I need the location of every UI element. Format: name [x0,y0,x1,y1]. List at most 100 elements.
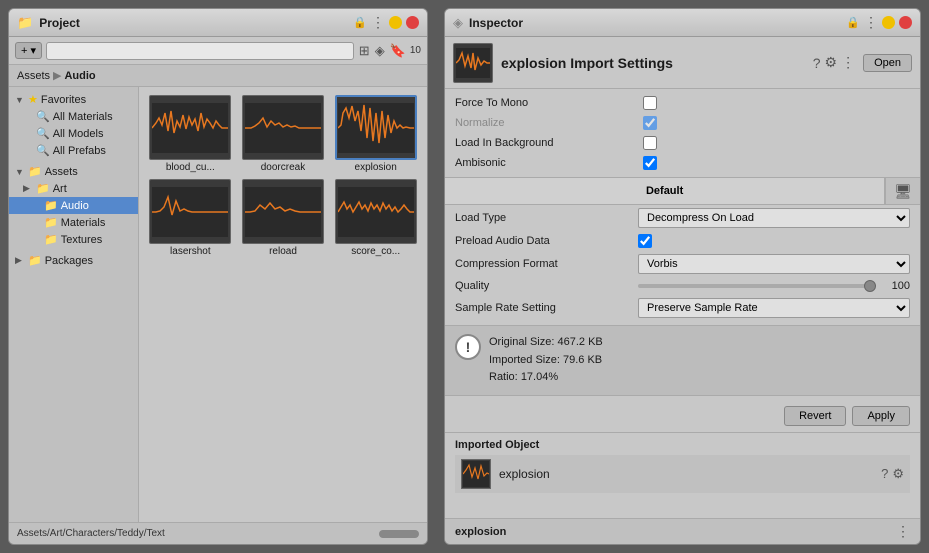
tab-monitor[interactable]: 🖥 [885,178,920,204]
folder-icon: 📁 [44,216,58,229]
file-item-score[interactable]: score_co... [332,179,419,257]
close-button[interactable] [406,16,419,29]
open-button[interactable]: Open [863,54,912,72]
imported-size-value: 79.6 KB [563,354,602,366]
inspector-minimize-button[interactable] [882,16,895,29]
help-icon: ? [813,55,821,71]
file-thumb-explosion [335,95,417,160]
ambisonic-row: Ambisonic [455,153,910,173]
inspector-file-header: explosion Import Settings ? ⚙ ⋮ Open [445,37,920,89]
revert-button[interactable]: Revert [784,406,846,426]
help-icon: ? [881,466,888,482]
overflow-icon: ⋮ [841,54,855,71]
sidebar-item-label: Favorites [41,94,86,106]
tab-default[interactable]: Default [445,178,885,204]
inspector-close-button[interactable] [899,16,912,29]
waveform-svg [338,103,414,153]
load-type-select[interactable]: Decompress On Load Compressed In Memory … [638,208,910,228]
file-grid: blood_cu... doorcreak [147,95,419,257]
breadcrumb-assets[interactable]: Assets [17,70,50,82]
ambisonic-checkbox[interactable] [643,156,657,170]
inspector-icon: ◈ [453,15,463,31]
sidebar-item-materials[interactable]: 📁 Materials [9,214,138,231]
grid-view-button[interactable]: ⊞ [358,42,371,60]
quality-slider-thumb[interactable] [864,280,876,292]
add-button[interactable]: + ▾ [15,42,42,59]
folder-icon: 📁 [17,15,33,31]
sidebar-item-art[interactable]: ▶ 📁 Art [9,180,138,197]
scroll-thumb[interactable] [379,530,419,538]
inspector-header-icons: ? ⚙ ⋮ [813,54,855,71]
breadcrumb-audio[interactable]: Audio [64,70,95,82]
audio-waveform-thumb [456,48,490,78]
preload-audio-checkbox[interactable] [638,234,652,248]
arrow-icon: ▼ [15,95,25,105]
preload-audio-row: Preload Audio Data [445,231,920,251]
info-box: ! Original Size: 467.2 KB Imported Size:… [445,325,920,396]
folder-icon: 📁 [36,182,50,195]
normalize-checkbox[interactable] [643,116,657,130]
project-panel: 📁 Project 🔒 ⋮ + ▾ ⊞ ◈ 🔖 10 Assets ▶ Audi… [8,8,428,545]
sidebar-item-assets[interactable]: ▼ 📁 Assets [9,163,138,180]
file-item-explosion[interactable]: explosion [332,95,419,173]
force-to-mono-checkbox[interactable] [643,96,657,110]
more-icon[interactable]: ⋮ [896,523,910,540]
load-type-label: Load Type [455,212,630,224]
load-in-background-checkbox[interactable] [643,136,657,150]
load-type-row: Load Type Decompress On Load Compressed … [445,205,920,231]
audio-thumbnail [453,43,493,83]
breadcrumb: Assets ▶ Audio [9,65,427,87]
normalize-label: Normalize [455,117,635,129]
action-buttons: Revert Apply [445,400,920,432]
inspector-bottom-bar: explosion ⋮ [445,518,920,544]
tabs-row: Default 🖥 [445,177,920,205]
folder-icon: 📁 [44,199,58,212]
eye-count: 10 [410,45,421,56]
titlebar-controls: 🔒 ⋮ [353,14,419,31]
quality-slider-track[interactable] [638,284,876,288]
compression-format-select[interactable]: Vorbis PCM ADPCM [638,254,910,274]
sidebar-item-all-materials[interactable]: 🔍 All Materials [9,108,138,125]
imported-object-label: Imported Object [455,439,910,451]
waveform-svg [338,187,414,237]
info-icon: ! [455,334,481,360]
file-item-reload[interactable]: reload [240,179,327,257]
preload-audio-label: Preload Audio Data [455,235,630,247]
imported-icons: ? ⚙ [881,466,904,482]
ratio-label: Ratio: [489,371,518,383]
minimize-button[interactable] [389,16,402,29]
project-title: Project [39,16,347,30]
load-in-background-row: Load In Background [455,133,910,153]
sidebar-item-audio[interactable]: 📁 Audio [9,197,138,214]
imported-waveform [463,461,489,487]
file-label: doorcreak [261,162,305,173]
lock-icon: 🔒 [846,16,860,29]
inspector-controls: 🔒 ⋮ [846,14,912,31]
file-item-blood[interactable]: blood_cu... [147,95,234,173]
compression-format-label: Compression Format [455,258,630,270]
filter-button[interactable]: ◈ [374,42,386,60]
sidebar-item-textures[interactable]: 📁 Textures [9,231,138,248]
settings-icon: ⚙ [825,54,838,71]
file-item-doorcreak[interactable]: doorcreak [240,95,327,173]
star-filter-button[interactable]: 🔖 [389,42,407,60]
file-thumb-blood [149,95,231,160]
project-content: ▼ ★ Favorites 🔍 All Materials 🔍 All Mode… [9,87,427,522]
sidebar-item-all-models[interactable]: 🔍 All Models [9,125,138,142]
sidebar-item-all-prefabs[interactable]: 🔍 All Prefabs [9,142,138,159]
sidebar-item-favorites[interactable]: ▼ ★ Favorites [9,91,138,108]
inspector-title: Inspector [469,16,840,30]
apply-button[interactable]: Apply [852,406,910,426]
sample-rate-select[interactable]: Preserve Sample Rate Optimize Sample Rat… [638,298,910,318]
folder-icon: 📁 [44,233,58,246]
inspector-titlebar: ◈ Inspector 🔒 ⋮ [445,9,920,37]
lock-icon: 🔒 [353,16,367,29]
sidebar-item-packages[interactable]: ▶ 📁 Packages [9,252,138,269]
project-toolbar: + ▾ ⊞ ◈ 🔖 10 [9,37,427,65]
search-input[interactable] [46,42,354,60]
file-item-lasershot[interactable]: lasershot [147,179,234,257]
sidebar-item-label: All Materials [53,111,113,123]
quality-slider-row: 100 [638,280,910,292]
folder-icon: 📁 [28,165,42,178]
file-label: explosion [355,162,397,173]
